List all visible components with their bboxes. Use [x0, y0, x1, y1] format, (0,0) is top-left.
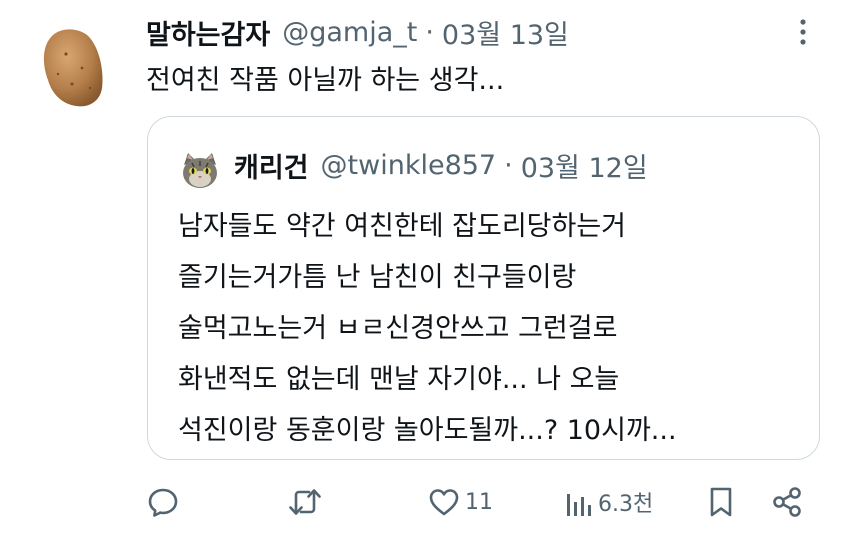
quoted-separator-dot: · — [504, 149, 513, 181]
heart-icon — [427, 485, 461, 519]
quoted-text-line: 즐기는거가틈 난 남친이 친구들이랑 — [178, 262, 577, 293]
author-avatar[interactable] — [38, 24, 108, 108]
quoted-author-avatar[interactable] — [178, 149, 222, 193]
share-icon — [770, 485, 804, 519]
more-options-icon[interactable] — [788, 14, 818, 50]
separator-dot: · — [425, 16, 434, 48]
author-handle[interactable]: @gamja_t — [282, 17, 417, 48]
reply-icon — [146, 485, 180, 519]
quoted-text-line: 석진이랑 동훈이랑 놀아도될까...? 10시까... — [178, 415, 677, 446]
quoted-author-name[interactable]: 캐리건 — [234, 146, 309, 185]
author-name[interactable]: 말하는감자 — [146, 13, 270, 52]
views-button[interactable]: 6.3천 — [564, 484, 653, 520]
reply-button[interactable] — [146, 484, 180, 520]
bookmark-icon — [704, 485, 738, 519]
quoted-text-line: 술먹고노는거 ㅂㄹ신경안쓰고 그런걸로 — [178, 313, 618, 344]
retweet-icon — [287, 485, 323, 519]
tweet-date[interactable]: 03월 13일 — [442, 13, 569, 52]
views-count: 6.3천 — [598, 492, 654, 517]
retweet-button[interactable] — [287, 484, 323, 520]
like-count: 11 — [465, 489, 493, 515]
quoted-tweet-date[interactable]: 03월 12일 — [521, 146, 648, 185]
quoted-tweet-text: 남자들도 약간 여친한테 잡도리당하는거 즐기는거가틈 난 남친이 친구들이랑 … — [178, 201, 677, 456]
quoted-text-line: 화낸적도 없는데 맨날 자기야... 나 오늘 — [178, 364, 620, 395]
like-button[interactable]: 11 — [427, 484, 493, 520]
quoted-author-handle[interactable]: @twinkle857 — [321, 150, 497, 181]
views-icon — [564, 485, 594, 519]
tweet-header: 말하는감자 @gamja_t · 03월 13일 — [146, 12, 569, 52]
share-button[interactable] — [770, 484, 804, 520]
quoted-tweet-card[interactable]: 캐리건 @twinkle857 · 03월 12일 남자들도 약간 여친한테 잡… — [147, 116, 820, 460]
bookmark-button[interactable] — [704, 484, 738, 520]
quoted-tweet-header: 캐리건 @twinkle857 · 03월 12일 — [234, 145, 648, 185]
tweet-text: 전여친 작품 아닐까 하는 생각... — [146, 65, 505, 96]
quoted-text-line: 남자들도 약간 여친한테 잡도리당하는거 — [178, 211, 627, 242]
action-bar: 11 6.3천 — [0, 478, 850, 528]
